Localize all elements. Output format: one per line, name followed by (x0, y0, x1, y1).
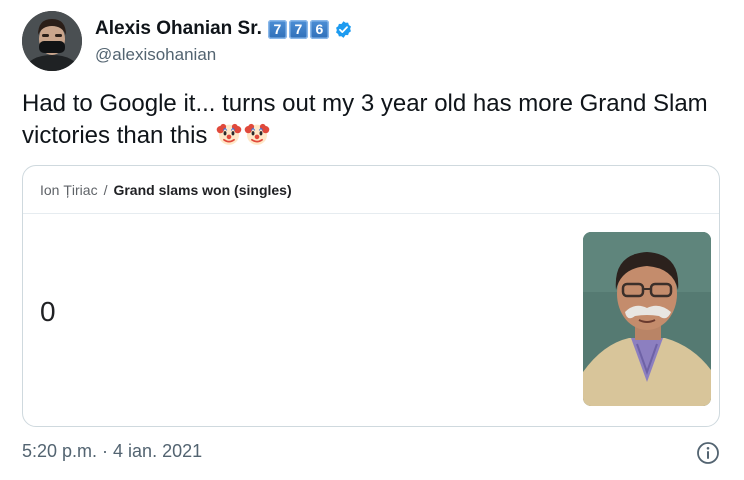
keycap-emoji: 7 (288, 19, 308, 39)
answer-value: 0 (40, 296, 56, 327)
tweet-text: Had to Google it... turns out my 3 year … (22, 88, 722, 152)
breadcrumb-separator: / (103, 181, 108, 198)
keycap-emoji: 7 (267, 19, 287, 39)
author-handle[interactable]: @alexisohanian (95, 45, 353, 65)
clown-face-emoji-icon (244, 123, 270, 145)
tweet-body: Had to Google it... turns out my 3 year … (22, 90, 708, 149)
avatar[interactable] (22, 11, 82, 71)
name-row: Alexis Ohanian Sr. 7 7 6 (95, 16, 353, 42)
author-block: Alexis Ohanian Sr. 7 7 6 @alexisohanian (95, 16, 353, 65)
embedded-answer-card[interactable]: Ion Țiriac / Grand slams won (singles) 0 (22, 165, 720, 427)
breadcrumb-subject[interactable]: Ion Țiriac (40, 182, 98, 198)
portrait-photo[interactable] (583, 232, 711, 406)
author-display-name[interactable]: Alexis Ohanian Sr. (95, 18, 262, 40)
breadcrumb-attribute: Grand slams won (singles) (113, 181, 292, 198)
number-emojis: 7 7 6 (267, 19, 329, 39)
portrait-photo-icon (583, 232, 711, 406)
clown-face-emoji-icon (216, 123, 242, 145)
person-with-face-mask-avatar-icon (22, 11, 82, 71)
breadcrumb: Ion Țiriac / Grand slams won (singles) (23, 166, 719, 214)
tweet: Alexis Ohanian Sr. 7 7 6 @alexisohanian … (0, 0, 744, 480)
verified-badge-icon (335, 20, 351, 38)
keycap-emoji: 6 (309, 19, 329, 39)
tweet-timestamp[interactable]: 5:20 p.m. · 4 ian. 2021 (22, 441, 202, 462)
info-icon[interactable] (696, 441, 720, 465)
